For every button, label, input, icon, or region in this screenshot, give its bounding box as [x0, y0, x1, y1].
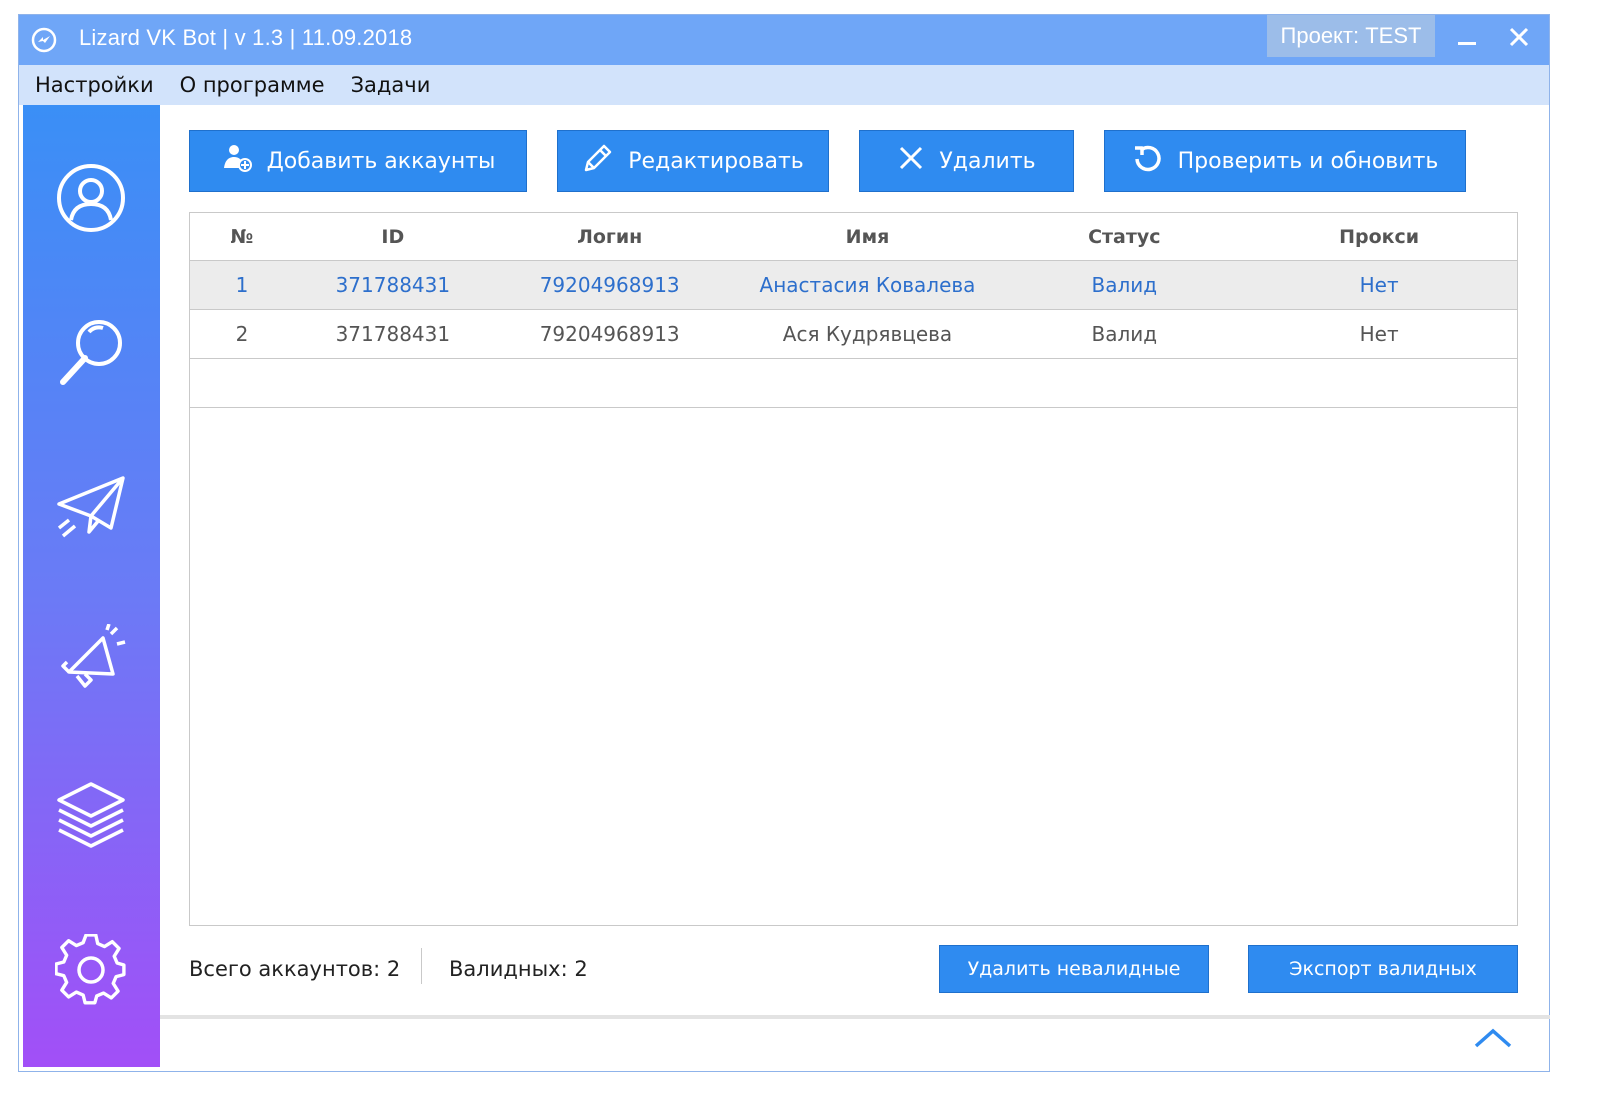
- layers-icon: [55, 778, 127, 854]
- minimize-button[interactable]: [1447, 19, 1487, 59]
- chevron-up-icon: [1473, 1026, 1513, 1054]
- menu-item-about[interactable]: О программе: [180, 73, 325, 97]
- sidebar: [23, 105, 160, 1067]
- delete-button[interactable]: Удалить: [859, 130, 1074, 192]
- project-badge[interactable]: Проект: TEST: [1267, 15, 1435, 57]
- cell-number: 2: [235, 322, 249, 346]
- collapse-panel-button[interactable]: [1471, 1025, 1515, 1055]
- sidebar-item-groups[interactable]: [50, 775, 132, 857]
- cell-status: Валид: [1091, 273, 1158, 297]
- sidebar-item-mailing[interactable]: [50, 467, 132, 549]
- megaphone-icon: [55, 623, 127, 700]
- cell-name: Анастасия Ковалева: [759, 273, 976, 297]
- add-accounts-button[interactable]: Добавить аккаунты: [189, 130, 527, 192]
- cell-status: Валид: [1091, 322, 1158, 346]
- delete-invalid-button[interactable]: Удалить невалидные: [939, 945, 1209, 993]
- table-row-empty[interactable]: [190, 359, 1517, 408]
- export-valid-label: Экспорт валидных: [1289, 958, 1477, 980]
- user-circle-icon: [55, 162, 127, 238]
- title-bar: Lizard VK Bot | v 1.3 | 11.09.2018 Проек…: [19, 15, 1549, 65]
- window-title: Lizard VK Bot | v 1.3 | 11.09.2018: [79, 25, 413, 50]
- delete-invalid-label: Удалить невалидные: [967, 958, 1181, 980]
- minimize-icon: [1456, 26, 1478, 52]
- paper-plane-icon: [55, 470, 127, 546]
- export-valid-button[interactable]: Экспорт валидных: [1248, 945, 1518, 993]
- edit-button[interactable]: Редактировать: [557, 130, 829, 192]
- close-button[interactable]: [1499, 19, 1539, 59]
- search-icon: [55, 316, 127, 392]
- sidebar-item-accounts[interactable]: [50, 159, 132, 241]
- pencil-icon: [582, 142, 614, 180]
- check-update-label: Проверить и обновить: [1177, 148, 1439, 174]
- menu-item-tasks[interactable]: Задачи: [351, 73, 431, 97]
- gear-icon: [54, 933, 127, 1010]
- column-header-proxy[interactable]: Прокси: [1241, 226, 1517, 248]
- project-label: Проект: TEST: [1280, 23, 1422, 48]
- cell-login: 79204968913: [539, 322, 680, 346]
- valid-accounts-count: Валидных: 2: [449, 957, 588, 981]
- cell-login: 79204968913: [539, 273, 680, 297]
- close-icon: [897, 144, 925, 178]
- column-header-status[interactable]: Статус: [1007, 226, 1241, 248]
- cell-number: 1: [235, 273, 249, 297]
- cell-proxy: Нет: [1359, 322, 1399, 346]
- cell-proxy: Нет: [1359, 273, 1399, 297]
- sidebar-item-promotion[interactable]: [50, 621, 132, 703]
- edit-label: Редактировать: [628, 148, 804, 174]
- table-header: № ID Логин Имя Статус Прокси: [190, 213, 1517, 261]
- app-logo-icon: [31, 27, 57, 53]
- check-update-button[interactable]: Проверить и обновить: [1104, 130, 1466, 192]
- table-row[interactable]: 1 371788431 79204968913 Анастасия Ковале…: [190, 261, 1517, 310]
- sidebar-item-search[interactable]: [50, 313, 132, 395]
- accounts-table: № ID Логин Имя Статус Прокси 1 371788431…: [189, 212, 1518, 926]
- column-header-number[interactable]: №: [190, 226, 294, 248]
- menu-bar: Настройки О программе Задачи: [19, 65, 1549, 105]
- footer-divider: [421, 948, 422, 984]
- app-window: Lizard VK Bot | v 1.3 | 11.09.2018 Проек…: [18, 14, 1550, 1072]
- menu-item-settings[interactable]: Настройки: [35, 73, 154, 97]
- refresh-icon: [1132, 142, 1164, 180]
- status-bar-divider: [160, 1015, 1550, 1019]
- delete-label: Удалить: [939, 148, 1036, 174]
- column-header-name[interactable]: Имя: [728, 226, 1008, 248]
- cell-name: Ася Кудрявцева: [782, 322, 953, 346]
- total-accounts-count: Всего аккаунтов: 2: [189, 957, 401, 981]
- add-user-icon: [221, 142, 253, 180]
- cell-id: 371788431: [335, 322, 451, 346]
- sidebar-item-settings[interactable]: [50, 931, 132, 1013]
- column-header-login[interactable]: Логин: [492, 226, 728, 248]
- column-header-id[interactable]: ID: [294, 226, 492, 248]
- cell-id: 371788431: [335, 273, 451, 297]
- add-accounts-label: Добавить аккаунты: [266, 148, 496, 174]
- close-icon: [1508, 26, 1530, 52]
- table-row[interactable]: 2 371788431 79204968913 Ася Кудрявцева В…: [190, 310, 1517, 359]
